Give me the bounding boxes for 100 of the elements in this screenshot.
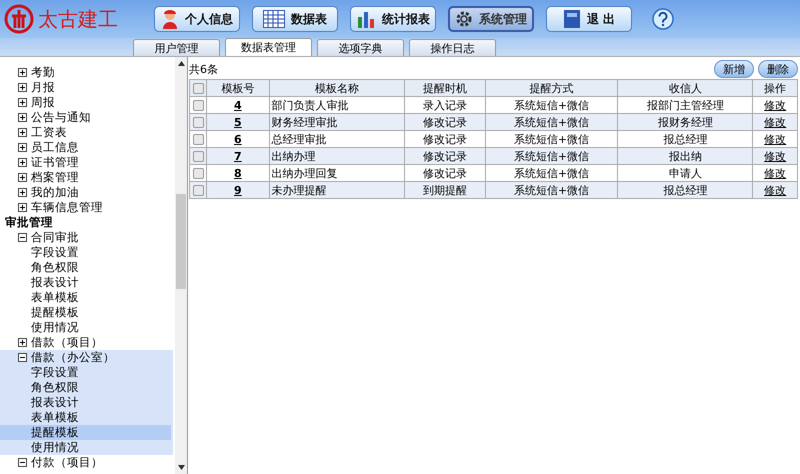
expand-icon[interactable] xyxy=(18,188,27,197)
tree-item[interactable]: 我的加油 xyxy=(0,185,175,200)
template-number-link[interactable]: 8 xyxy=(234,166,242,180)
table-cell: 部门负责人审批 xyxy=(272,98,349,112)
template-number-link[interactable]: 7 xyxy=(234,150,242,162)
column-header: 提醒方式 xyxy=(485,80,618,96)
tree-item[interactable]: 员工信息 xyxy=(0,140,175,155)
help-button[interactable] xyxy=(652,8,674,30)
table-cell: 系统短信+微信 xyxy=(514,150,590,162)
action-button[interactable]: 新增 xyxy=(714,60,754,78)
tab[interactable]: 用户管理 xyxy=(133,39,220,56)
tree-item[interactable]: 报表设计 xyxy=(0,275,173,290)
table-cell: 系统短信+微信 xyxy=(514,116,590,128)
expand-icon[interactable] xyxy=(18,158,27,167)
row-checkbox[interactable] xyxy=(192,116,204,128)
collapse-icon[interactable] xyxy=(18,353,27,362)
chart-icon xyxy=(356,9,376,29)
tree-item[interactable]: 使用情况 xyxy=(0,320,173,335)
tree-item[interactable]: 公告与通知 xyxy=(0,110,175,125)
collapse-icon[interactable] xyxy=(18,233,27,242)
tree-item[interactable]: 提醒模板 xyxy=(0,425,171,440)
row-checkbox[interactable] xyxy=(192,168,204,179)
tree-item[interactable]: 付款（项目） xyxy=(0,455,175,470)
template-number-link[interactable]: 6 xyxy=(234,132,242,146)
table-cell: 修改记录 xyxy=(422,150,467,162)
exit-icon xyxy=(562,9,581,29)
row-checkbox[interactable] xyxy=(192,184,204,196)
collapse-icon[interactable] xyxy=(18,458,27,467)
tree-item[interactable]: 车辆信息管理 xyxy=(0,200,175,215)
logo-text: 太古建工 xyxy=(38,6,118,32)
select-all-checkbox[interactable] xyxy=(192,82,204,94)
tree-item[interactable]: 月报 xyxy=(0,80,175,95)
row-checkbox[interactable] xyxy=(192,134,204,145)
template-number-link[interactable]: 4 xyxy=(234,98,242,112)
tab[interactable]: 选项字典 xyxy=(317,39,404,56)
column-header: 提醒时机 xyxy=(404,80,486,96)
table-cell: 报总经理 xyxy=(663,184,708,196)
table-cell: 财务经理审批 xyxy=(272,116,338,128)
expand-icon[interactable] xyxy=(18,68,27,77)
tab[interactable]: 数据表管理 xyxy=(225,38,312,56)
column-header: 模板名称 xyxy=(269,80,404,96)
table-cell: 系统短信+微信 xyxy=(514,132,590,146)
nav-button[interactable]: 数据表 xyxy=(252,6,338,32)
row-checkbox[interactable] xyxy=(192,100,204,111)
table-cell: 修改记录 xyxy=(422,166,467,180)
tree-item[interactable]: 提醒模板 xyxy=(0,305,173,320)
tree-item[interactable]: 借款（项目） xyxy=(0,335,175,350)
table-cell: 系统短信+微信 xyxy=(514,98,590,112)
scroll-up-icon[interactable] xyxy=(178,61,184,66)
table-cell: 报总经理 xyxy=(663,132,708,146)
scrollbar-thumb[interactable] xyxy=(176,194,186,289)
expand-icon[interactable] xyxy=(18,83,27,92)
table-cell: 未办理提醒 xyxy=(272,184,327,196)
record-count: 共6条 xyxy=(189,62,218,76)
nav-button[interactable]: 统计报表 xyxy=(350,6,436,32)
expand-icon[interactable] xyxy=(18,113,27,122)
tree-item[interactable]: 考勤 xyxy=(0,65,175,80)
table-cell: 到期提醒 xyxy=(422,184,467,196)
action-button[interactable]: 删除 xyxy=(758,60,798,78)
table-cell: 修改记录 xyxy=(422,116,467,128)
tree-group-label: 审批管理 xyxy=(4,215,54,230)
table-cell: 申请人 xyxy=(668,166,702,180)
tab[interactable]: 操作日志 xyxy=(409,39,496,56)
table-cell: 出纳办理 xyxy=(272,150,316,162)
settings-icon xyxy=(455,10,473,28)
nav-button[interactable]: 个人信息 xyxy=(154,6,240,32)
nav-button[interactable]: 系统管理 xyxy=(448,6,534,32)
table-cell: 报部门主管经理 xyxy=(646,98,724,112)
tree-item[interactable]: 字段设置 xyxy=(0,365,171,380)
scroll-down-icon[interactable] xyxy=(178,465,184,470)
table-cell: 系统短信+微信 xyxy=(514,166,590,180)
tree-item[interactable]: 借款（办公室） xyxy=(0,350,173,365)
tree-item[interactable]: 证书管理 xyxy=(0,155,175,170)
expand-icon[interactable] xyxy=(18,143,27,152)
row-checkbox[interactable] xyxy=(192,150,204,162)
tree-item[interactable]: 工资表 xyxy=(0,125,175,140)
tree-item[interactable]: 档案管理 xyxy=(0,170,175,185)
table-cell: 总经理审批 xyxy=(272,132,327,146)
expand-icon[interactable] xyxy=(18,173,27,182)
tree-item[interactable]: 表单模板 xyxy=(0,410,171,425)
table-cell: 报出纳 xyxy=(668,150,702,162)
template-number-link[interactable]: 9 xyxy=(234,184,242,196)
template-number-link[interactable]: 5 xyxy=(234,116,242,128)
logo-icon xyxy=(4,4,34,34)
tree-item[interactable]: 角色权限 xyxy=(0,260,173,275)
table-cell: 报财务经理 xyxy=(658,116,713,128)
nav-button[interactable]: 退 出 xyxy=(546,6,632,32)
tree-item[interactable]: 角色权限 xyxy=(0,380,171,395)
expand-icon[interactable] xyxy=(18,203,27,212)
tree-item[interactable]: 字段设置 xyxy=(0,245,173,260)
tree-item[interactable]: 使用情况 xyxy=(0,440,171,455)
expand-icon[interactable] xyxy=(18,338,27,347)
expand-icon[interactable] xyxy=(18,128,27,137)
table-cell: 修改记录 xyxy=(422,132,467,146)
tree-item[interactable]: 合同审批 xyxy=(0,230,175,245)
tree-item[interactable]: 周报 xyxy=(0,95,175,110)
tree-item[interactable]: 表单模板 xyxy=(0,290,173,305)
expand-icon[interactable] xyxy=(18,98,27,107)
column-header: 操作 xyxy=(752,80,798,96)
tree-item[interactable]: 报表设计 xyxy=(0,395,171,410)
